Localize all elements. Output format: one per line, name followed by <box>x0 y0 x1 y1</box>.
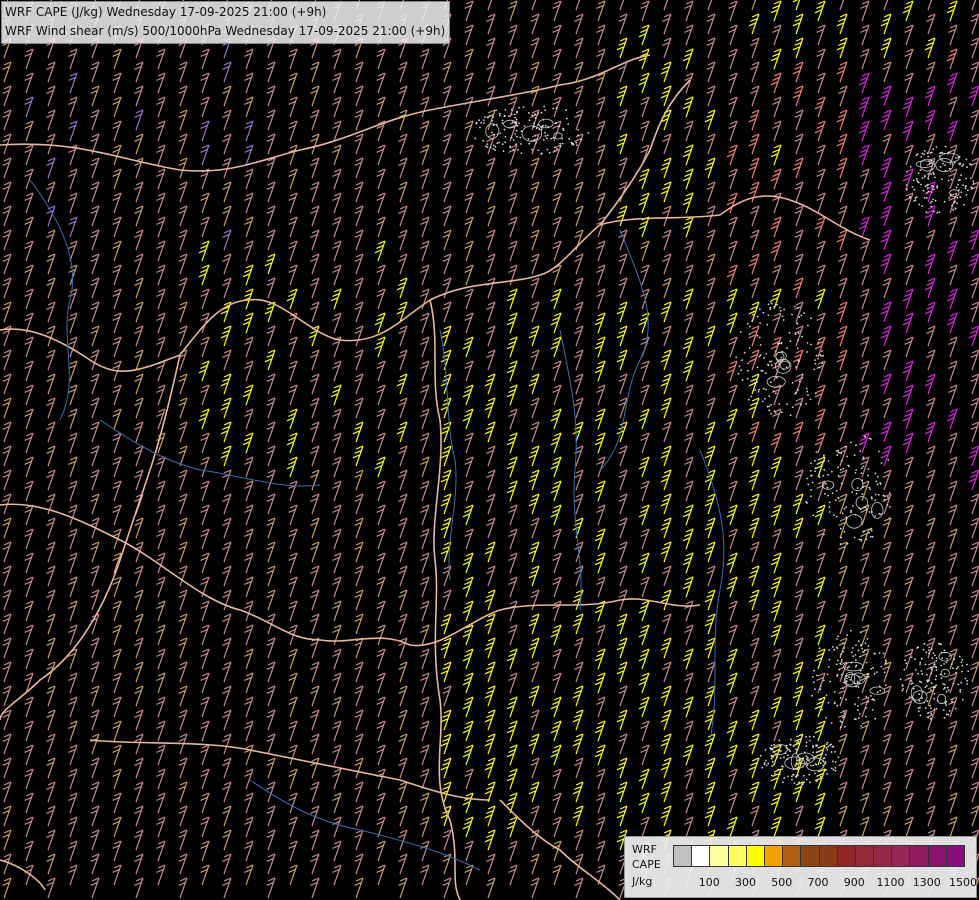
legend-swatch <box>928 846 947 866</box>
legend-field: CAPE <box>632 858 661 871</box>
legend-color-scale <box>673 845 965 867</box>
legend-tick-label: 900 <box>843 876 865 889</box>
legend-swatch <box>746 846 765 866</box>
legend-swatch <box>764 846 784 866</box>
legend-swatch <box>910 846 929 866</box>
legend-swatch <box>783 846 802 866</box>
legend-unit: J/kg <box>632 875 653 888</box>
legend-tick-label: 700 <box>807 876 829 889</box>
legend-swatch <box>874 846 893 866</box>
legend-swatch <box>710 846 729 866</box>
legend-tick-label: 100 <box>698 876 720 889</box>
legend-swatch <box>728 846 747 866</box>
legend-tick-label: 1300 <box>912 876 941 889</box>
legend-tick-label: 300 <box>735 876 756 889</box>
map-background <box>0 0 979 900</box>
legend-model: WRF <box>632 843 657 856</box>
legend-swatch <box>819 846 838 866</box>
legend-swatch <box>837 846 856 866</box>
legend-tick-label: 1500 <box>949 876 977 889</box>
legend-swatch <box>855 846 875 866</box>
weather-map[interactable] <box>0 0 979 900</box>
legend-tick-label: 1100 <box>876 876 905 889</box>
map-viewer: WRF CAPE (J/kg) Wednesday 17-09-2025 21:… <box>0 0 979 900</box>
legend-swatch <box>801 846 820 866</box>
legend-swatch <box>674 846 693 866</box>
legend-tick-label: 500 <box>771 876 793 889</box>
legend-swatch <box>946 846 964 866</box>
title-cape: WRF CAPE (J/kg) Wednesday 17-09-2025 21:… <box>5 5 327 19</box>
map-title-box: WRF CAPE (J/kg) Wednesday 17-09-2025 21:… <box>1 1 451 44</box>
legend-swatch <box>692 846 711 866</box>
title-wind-shear: WRF Wind shear (m/s) 500/1000hPa Wednesd… <box>5 24 446 38</box>
legend-swatch <box>892 846 911 866</box>
cape-legend: WRF CAPE J/kg 100 300 500 700 900 1100 1300 150… <box>624 836 977 898</box>
